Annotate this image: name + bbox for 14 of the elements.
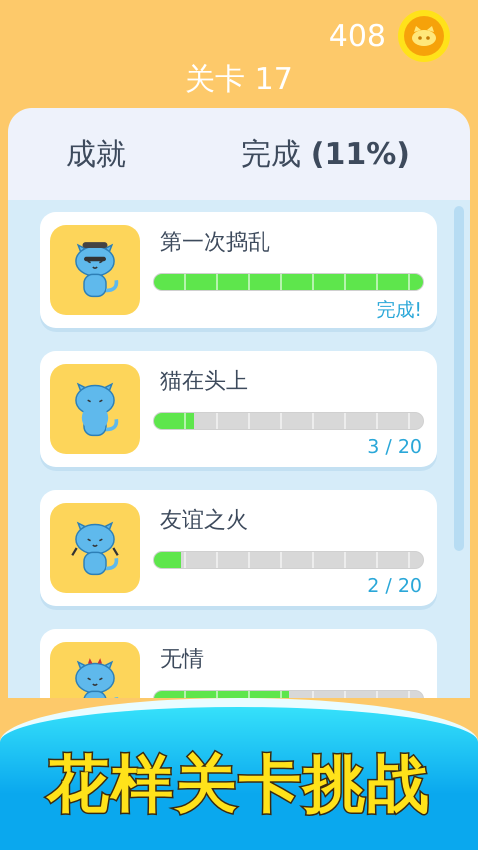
- achievement-title: 猫在头上: [160, 368, 248, 396]
- achievement-title: 第一次捣乱: [160, 229, 270, 257]
- coin-count: 408: [328, 18, 386, 54]
- achievement-title: 友谊之火: [160, 507, 248, 535]
- panel-title: 成就: [66, 136, 126, 174]
- achievement-title: 无情: [160, 646, 204, 674]
- scrollbar[interactable]: [454, 206, 464, 551]
- progress-text: 完成!: [376, 298, 423, 323]
- progress-text: 2 / 20: [367, 575, 423, 597]
- coin-icon: [398, 10, 450, 62]
- level-title: 关卡 17: [185, 62, 293, 97]
- banner-slogan: 花样关卡挑战: [47, 746, 431, 822]
- progress-text: 3 / 20: [367, 436, 423, 458]
- completion-text: 完成 (11%): [241, 136, 410, 174]
